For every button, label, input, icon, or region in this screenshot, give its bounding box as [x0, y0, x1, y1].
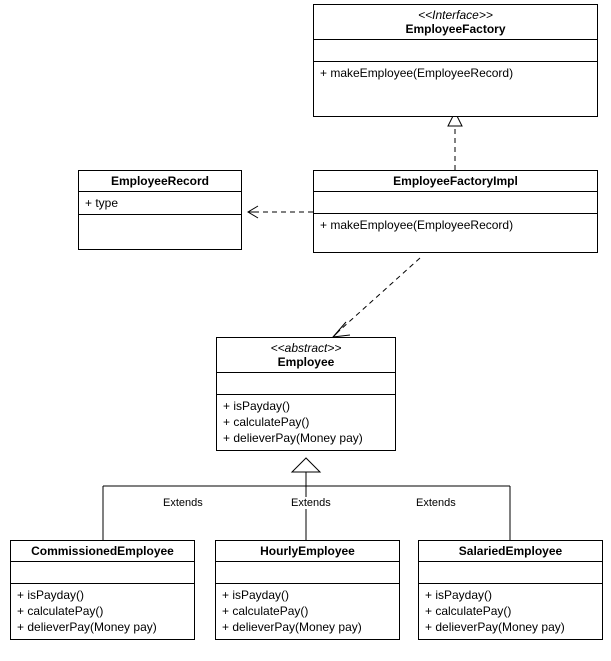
stereotype-label: <<Interface>>	[320, 8, 591, 22]
edge-label-extends: Extends	[162, 497, 204, 509]
method-label: + calculatePay()	[222, 603, 393, 619]
method-label: + delieverPay(Money pay)	[425, 619, 596, 635]
class-title-section: EmployeeRecord	[79, 171, 241, 192]
method-label: + calculatePay()	[223, 414, 389, 430]
class-name-label: Employee	[223, 355, 389, 369]
class-title-section: CommissionedEmployee	[11, 541, 194, 562]
class-methods-section	[79, 215, 241, 249]
method-label: + isPayday()	[425, 587, 596, 603]
class-methods-section: + makeEmployee(EmployeeRecord)	[314, 214, 597, 252]
class-attrs-section: + type	[79, 192, 241, 215]
class-employee-record: EmployeeRecord + type	[78, 170, 242, 250]
edge-label-extends: Extends	[290, 497, 332, 509]
edge-label-extends: Extends	[415, 497, 457, 509]
method-label: + isPayday()	[17, 587, 188, 603]
method-label: + calculatePay()	[425, 603, 596, 619]
method-label: + isPayday()	[223, 398, 389, 414]
edge-factoryimpl-to-factory	[448, 112, 462, 170]
class-methods-section: + isPayday() + calculatePay() + deliever…	[217, 395, 395, 450]
method-label: + delieverPay(Money pay)	[222, 619, 393, 635]
class-name-label: CommissionedEmployee	[17, 544, 188, 558]
class-attrs-section	[314, 40, 597, 62]
class-name-label: SalariedEmployee	[425, 544, 596, 558]
class-name-label: EmployeeFactoryImpl	[320, 174, 591, 188]
class-name-label: EmployeeFactory	[320, 22, 591, 36]
class-employee-factory-impl: EmployeeFactoryImpl + makeEmployee(Emplo…	[313, 170, 598, 253]
class-title-section: EmployeeFactoryImpl	[314, 171, 597, 192]
method-label: + calculatePay()	[17, 603, 188, 619]
class-attrs-section	[419, 562, 602, 584]
class-methods-section: + isPayday() + calculatePay() + deliever…	[419, 584, 602, 639]
class-methods-section: + isPayday() + calculatePay() + deliever…	[11, 584, 194, 639]
stereotype-label: <<abstract>>	[223, 341, 389, 355]
method-label: + makeEmployee(EmployeeRecord)	[320, 65, 591, 81]
class-title-section: HourlyEmployee	[216, 541, 399, 562]
class-salaried-employee: SalariedEmployee + isPayday() + calculat…	[418, 540, 603, 640]
class-employee-factory: <<Interface>> EmployeeFactory + makeEmpl…	[313, 4, 598, 117]
method-label: + makeEmployee(EmployeeRecord)	[320, 217, 591, 233]
edge-factoryimpl-to-record	[248, 206, 313, 218]
inheritance-marker	[292, 458, 320, 472]
class-name-label: EmployeeRecord	[85, 174, 235, 188]
class-hourly-employee: HourlyEmployee + isPayday() + calculateP…	[215, 540, 400, 640]
class-attrs-section	[11, 562, 194, 584]
class-name-label: HourlyEmployee	[222, 544, 393, 558]
class-title-section: <<Interface>> EmployeeFactory	[314, 5, 597, 40]
method-label: + delieverPay(Money pay)	[17, 619, 188, 635]
class-title-section: <<abstract>> Employee	[217, 338, 395, 373]
method-label: + delieverPay(Money pay)	[223, 430, 389, 446]
class-employee: <<abstract>> Employee + isPayday() + cal…	[216, 337, 396, 451]
class-methods-section: + isPayday() + calculatePay() + deliever…	[216, 584, 399, 639]
class-attrs-section	[314, 192, 597, 214]
class-attrs-section	[217, 373, 395, 395]
class-title-section: SalariedEmployee	[419, 541, 602, 562]
method-label: + isPayday()	[222, 587, 393, 603]
class-methods-section: + makeEmployee(EmployeeRecord)	[314, 62, 597, 116]
edge-factoryimpl-to-employee	[333, 258, 420, 337]
attr-label: + type	[85, 195, 235, 211]
class-commissioned-employee: CommissionedEmployee + isPayday() + calc…	[10, 540, 195, 640]
class-attrs-section	[216, 562, 399, 584]
